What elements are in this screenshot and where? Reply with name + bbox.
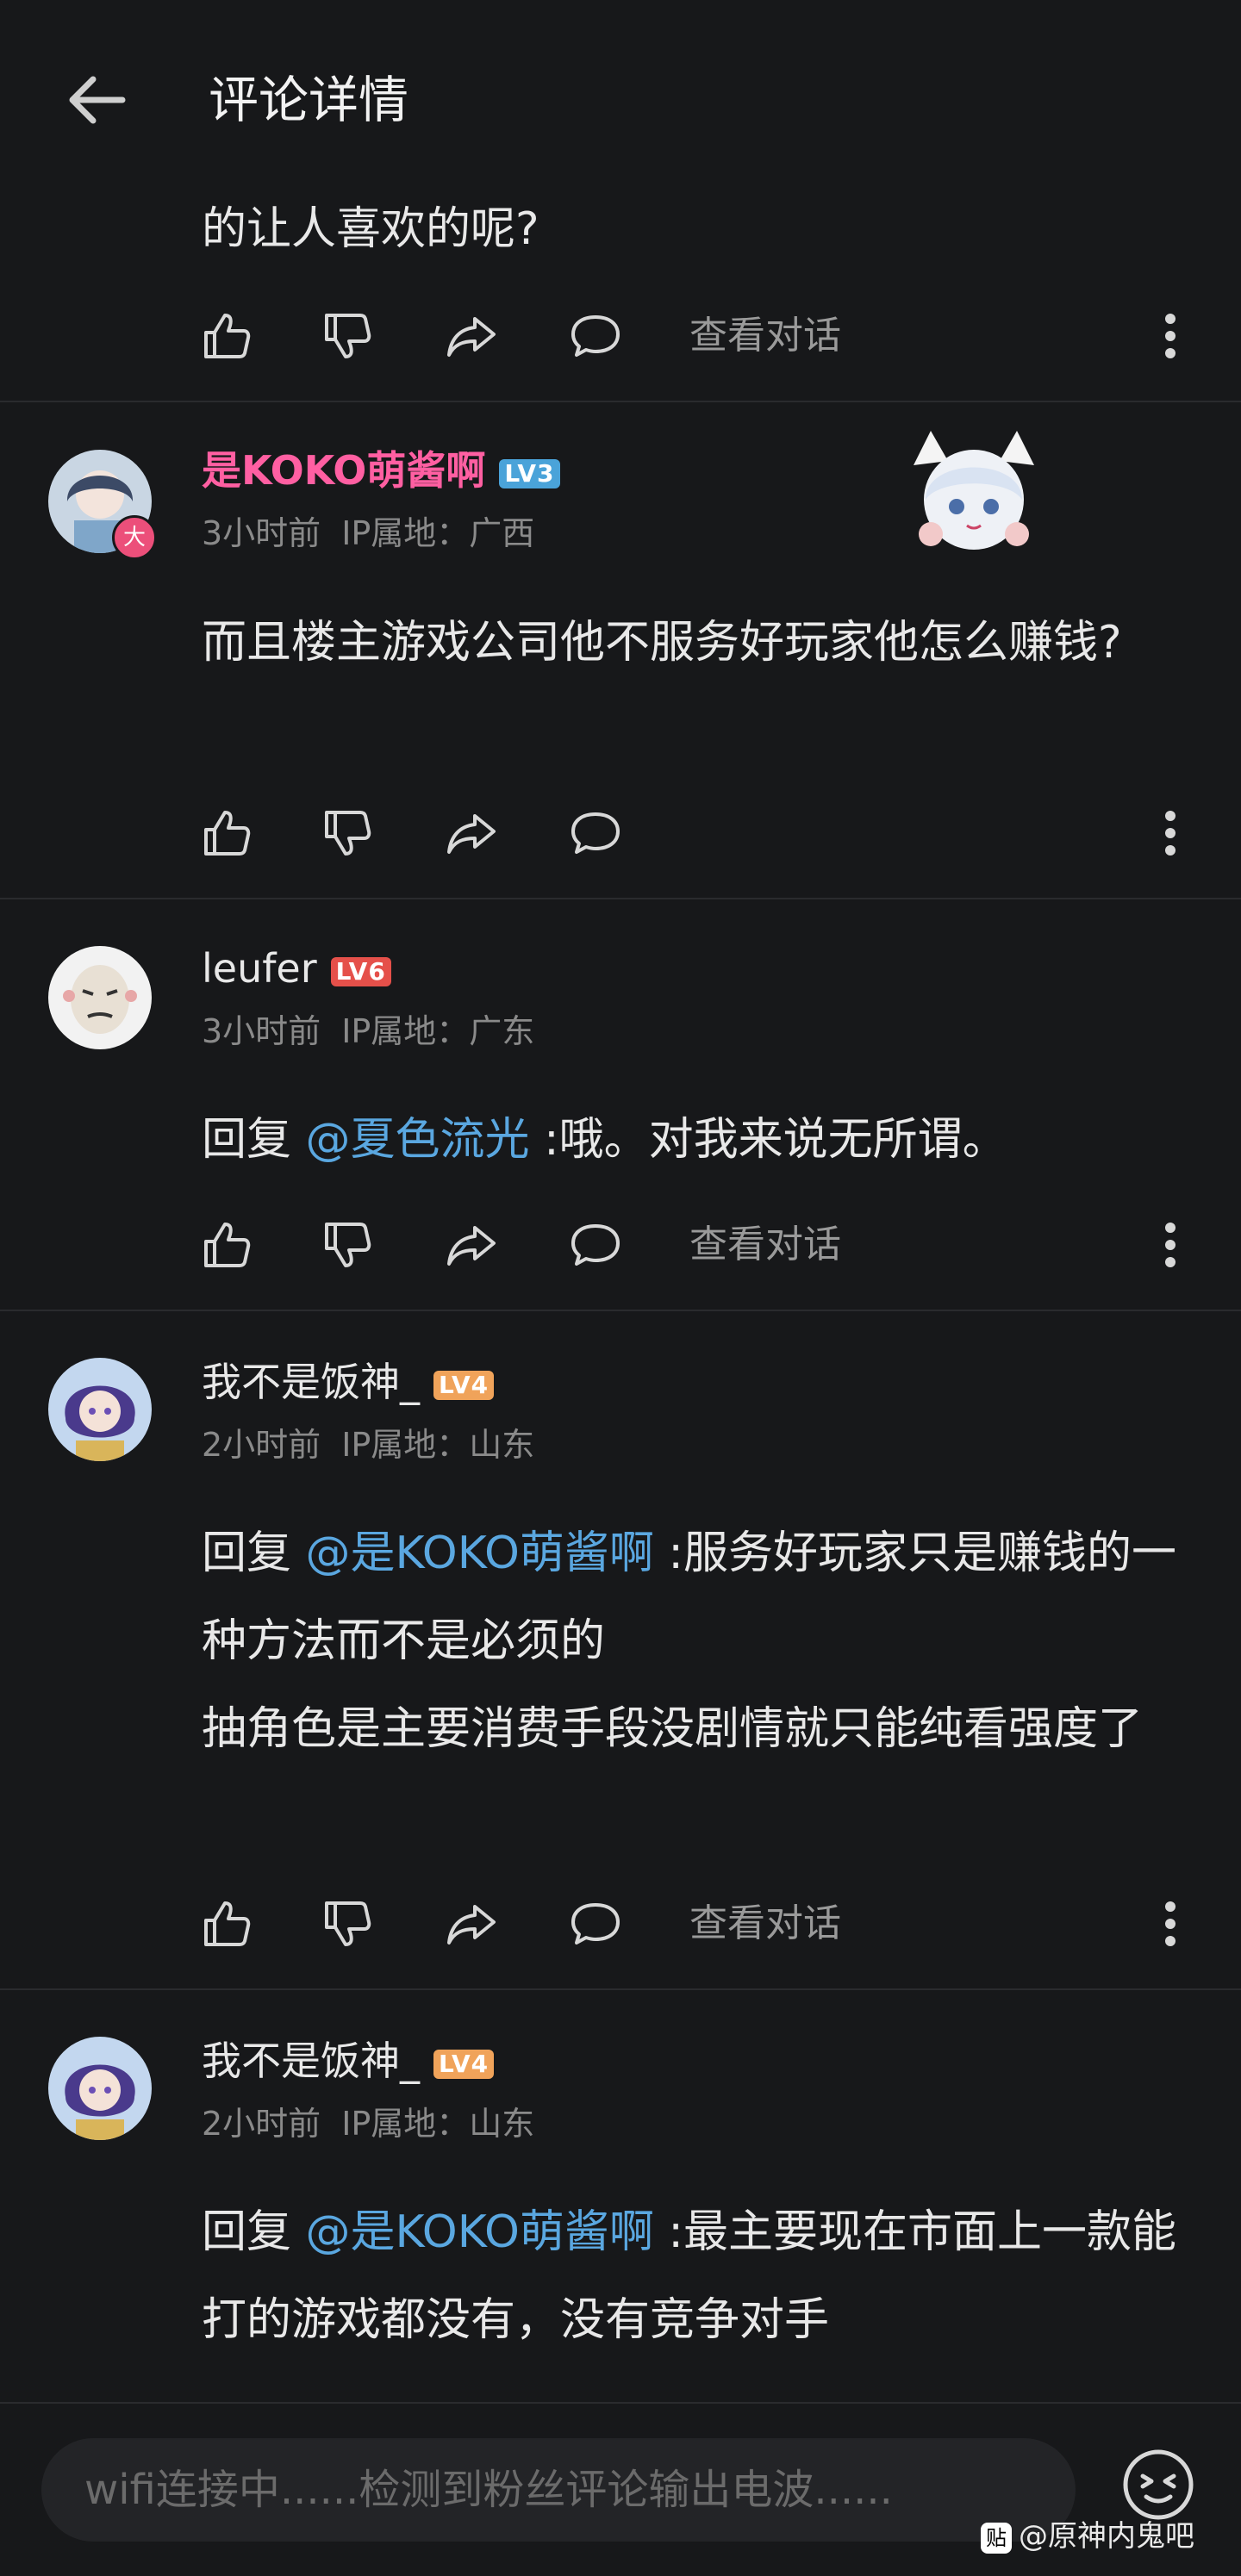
comment-text-partial: 的让人喜欢的呢? [202, 203, 539, 255]
divider [0, 401, 1241, 402]
like-icon[interactable] [196, 794, 257, 872]
timestamp: 3小时前 [202, 514, 321, 552]
share-icon[interactable] [441, 1206, 502, 1284]
comment-icon[interactable] [565, 297, 626, 375]
reply-prefix: 回复 [202, 1528, 306, 1579]
back-arrow-icon[interactable] [62, 65, 131, 134]
sticker-image [914, 431, 1034, 550]
action-bar: 查看对话 [0, 1206, 1241, 1284]
like-icon[interactable] [196, 297, 257, 375]
reply-prefix: 回复 [202, 1114, 306, 1166]
like-icon[interactable] [196, 1206, 257, 1284]
comment-meta: 2小时前 IP属地：山东 [202, 2102, 555, 2145]
ip-location: IP属地：广西 [341, 514, 535, 552]
username[interactable]: 我不是饭神_ LV4 [202, 2035, 495, 2087]
username-text[interactable]: 是KOKO萌酱啊 [202, 447, 485, 494]
username-text[interactable]: 我不是饭神_ [202, 1359, 420, 1405]
level-badge: LV6 [330, 956, 391, 986]
avatar[interactable] [48, 946, 152, 1049]
share-icon[interactable] [441, 794, 502, 872]
comment-text: 回复 @是KOKO萌酱啊 :服务好玩家只是赚钱的一种方法而不是必须的 抽角色是主要… [202, 1509, 1184, 1773]
dislike-icon[interactable] [317, 794, 377, 872]
divider [0, 898, 1241, 899]
watermark: 贴 @原神内鬼吧 [981, 2517, 1194, 2555]
comment-text: 回复 @夏色流光 :哦。对我来说无所谓。 [202, 1096, 1184, 1184]
share-icon[interactable] [441, 297, 502, 375]
view-conversation-link[interactable]: 查看对话 [689, 297, 841, 375]
divider [0, 1988, 1241, 1990]
comment-text: 回复 @是KOKO萌酱啊 :最主要现在市面上一款能打的游戏都没有，没有竞争对手 [202, 2188, 1184, 2364]
emoji-icon[interactable] [1120, 2447, 1196, 2523]
header: 评论详情 [0, 0, 1241, 198]
divider [0, 1310, 1241, 1311]
username[interactable]: 我不是饭神_ LV4 [202, 1356, 495, 1408]
comment-meta: 3小时前 IP属地：广西 [202, 512, 555, 555]
comment-icon[interactable] [565, 1885, 626, 1963]
more-options-icon[interactable] [1153, 297, 1188, 375]
reply-text-line2: 抽角色是主要消费手段没剧情就只能纯看强度了 [202, 1703, 1144, 1755]
share-icon[interactable] [441, 1885, 502, 1963]
page-title: 评论详情 [209, 71, 409, 129]
reply-text: :哦。对我来说无所谓。 [529, 1114, 1007, 1166]
timestamp: 3小时前 [202, 1012, 321, 1050]
comment-icon[interactable] [565, 1206, 626, 1284]
mention-link[interactable]: @是KOKO萌酱啊 [306, 2206, 654, 2258]
dislike-icon[interactable] [317, 297, 377, 375]
ip-location: IP属地：山东 [341, 1426, 535, 1464]
level-badge: LV4 [433, 2049, 495, 2079]
more-options-icon[interactable] [1153, 794, 1188, 872]
more-options-icon[interactable] [1153, 1885, 1188, 1963]
username-text[interactable]: 我不是饭神_ [202, 2038, 420, 2084]
vip-badge: 大 [112, 515, 157, 560]
username-text[interactable]: leufer [202, 945, 317, 992]
view-conversation-link[interactable]: 查看对话 [689, 1206, 841, 1284]
timestamp: 2小时前 [202, 1426, 321, 1464]
level-badge: LV3 [499, 458, 560, 488]
action-bar [0, 794, 1241, 872]
more-options-icon[interactable] [1153, 1206, 1188, 1284]
username[interactable]: 是KOKO萌酱啊 LV3 [202, 445, 560, 496]
ip-location: IP属地：广东 [341, 1012, 535, 1050]
avatar[interactable] [48, 1358, 152, 1461]
watermark-text: @原神内鬼吧 [1019, 2519, 1194, 2554]
username[interactable]: leufer LV6 [202, 943, 391, 994]
comment-meta: 2小时前 IP属地：山东 [202, 1423, 555, 1466]
comment-input[interactable]: wifi连接中......检测到粉丝评论输出电波...... [41, 2438, 1076, 2542]
comment-icon[interactable] [565, 794, 626, 872]
comment-text: 而且楼主游戏公司他不服务好玩家他怎么赚钱? [202, 617, 1122, 669]
avatar[interactable] [48, 2037, 152, 2140]
dislike-icon[interactable] [317, 1206, 377, 1284]
level-badge: LV4 [433, 1370, 495, 1400]
mention-link[interactable]: @夏色流光 [306, 1114, 530, 1166]
action-bar: 查看对话 [0, 297, 1241, 375]
view-conversation-link[interactable]: 查看对话 [689, 1885, 841, 1963]
action-bar: 查看对话 [0, 1885, 1241, 1963]
reply-prefix: 回复 [202, 2206, 306, 2258]
timestamp: 2小时前 [202, 2105, 321, 2143]
comment-meta: 3小时前 IP属地：广东 [202, 1010, 555, 1053]
ip-location: IP属地：山东 [341, 2105, 535, 2143]
like-icon[interactable] [196, 1885, 257, 1963]
dislike-icon[interactable] [317, 1885, 377, 1963]
tieba-logo-icon: 贴 [981, 2522, 1012, 2554]
mention-link[interactable]: @是KOKO萌酱啊 [306, 1528, 654, 1579]
